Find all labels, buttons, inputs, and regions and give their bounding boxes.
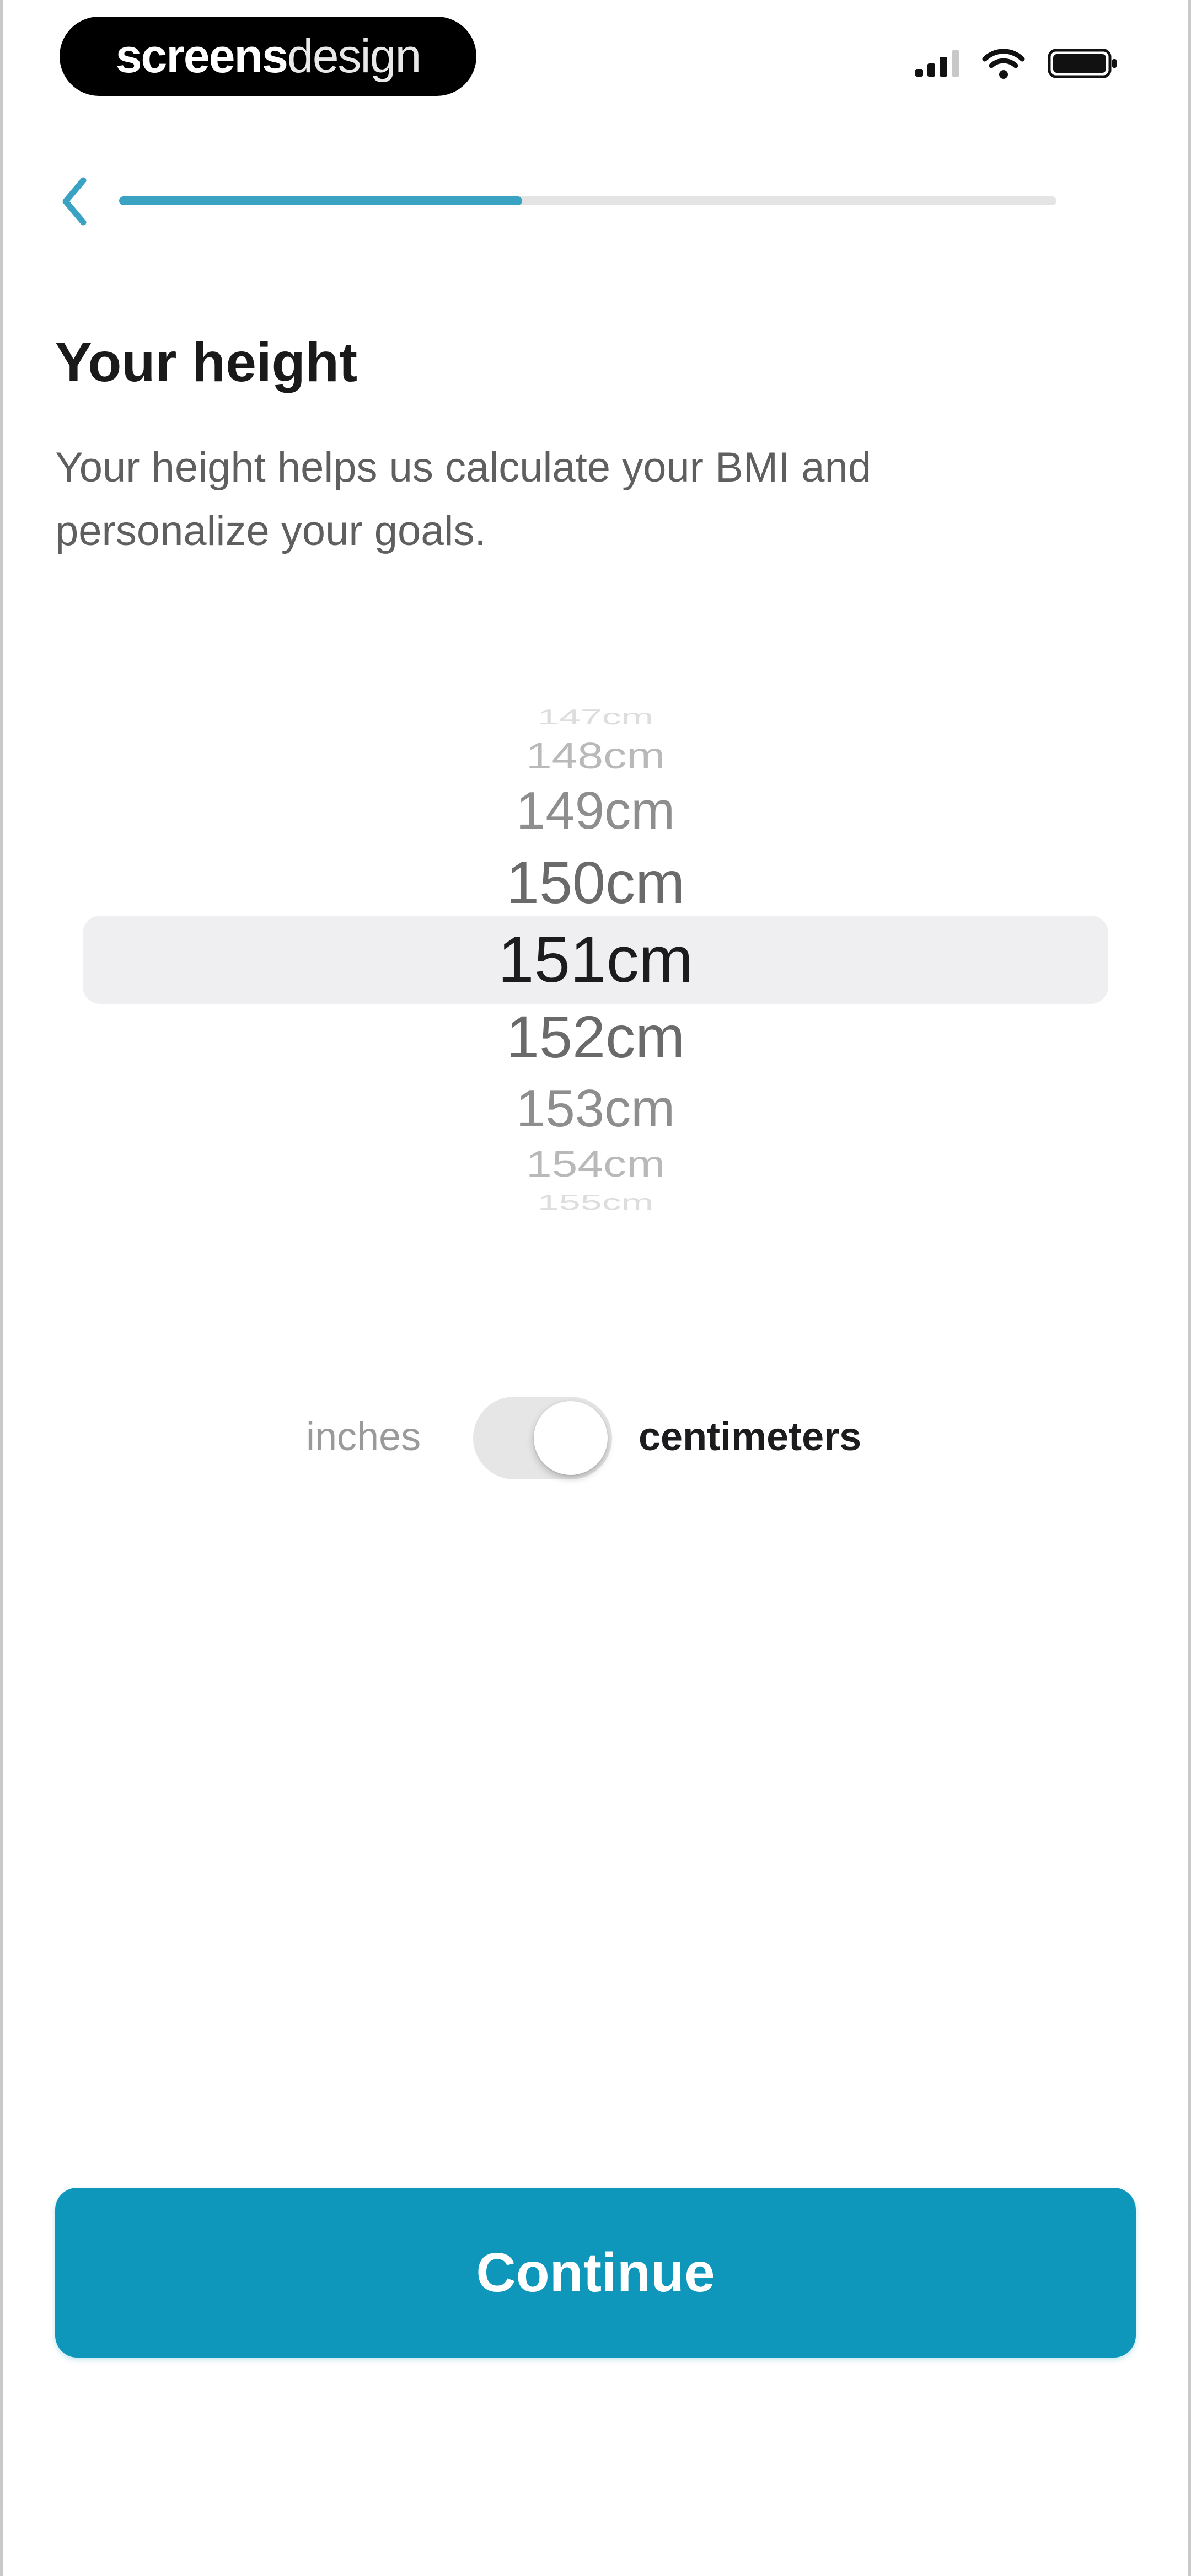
page-title: Your height — [55, 332, 358, 393]
logo-text-bold: screens — [115, 29, 288, 83]
picker-item[interactable]: 154cm — [83, 1145, 1108, 1182]
picker-item[interactable]: 149cm — [83, 784, 1108, 837]
continue-button[interactable]: Continue — [55, 2188, 1136, 2358]
picker-item[interactable]: 155cm — [83, 1192, 1108, 1214]
picker-item[interactable]: 150cm — [83, 853, 1108, 912]
wifi-icon — [982, 49, 1025, 79]
chevron-left-icon — [62, 177, 87, 226]
unit-toggle-row: inches centimeters — [0, 1390, 1191, 1479]
unit-toggle-switch[interactable] — [473, 1397, 612, 1479]
height-picker[interactable]: 147cm 148cm 149cm 150cm 151cm 152cm 153cm 154cm… — [83, 707, 1108, 1213]
picker-item[interactable]: 152cm — [83, 1007, 1108, 1067]
picker-item[interactable]: 147cm — [83, 707, 1108, 728]
screensdesign-logo: screens design — [60, 17, 476, 96]
progress-bar-fill — [119, 196, 522, 205]
back-button[interactable] — [50, 171, 99, 232]
toggle-knob — [534, 1401, 608, 1475]
picker-item-selected[interactable]: 151cm — [83, 927, 1108, 992]
picker-item[interactable]: 148cm — [83, 737, 1108, 774]
unit-label-centimeters[interactable]: centimeters — [639, 1414, 861, 1460]
logo-text-regular: design — [287, 29, 421, 83]
status-icons — [915, 47, 1119, 80]
page-description: Your height helps us calculate your BMI … — [55, 444, 872, 554]
cellular-signal-icon — [915, 50, 959, 77]
unit-label-inches[interactable]: inches — [306, 1414, 421, 1460]
picker-item[interactable]: 153cm — [83, 1082, 1108, 1135]
battery-icon — [1048, 49, 1117, 78]
progress-bar — [119, 196, 1056, 205]
